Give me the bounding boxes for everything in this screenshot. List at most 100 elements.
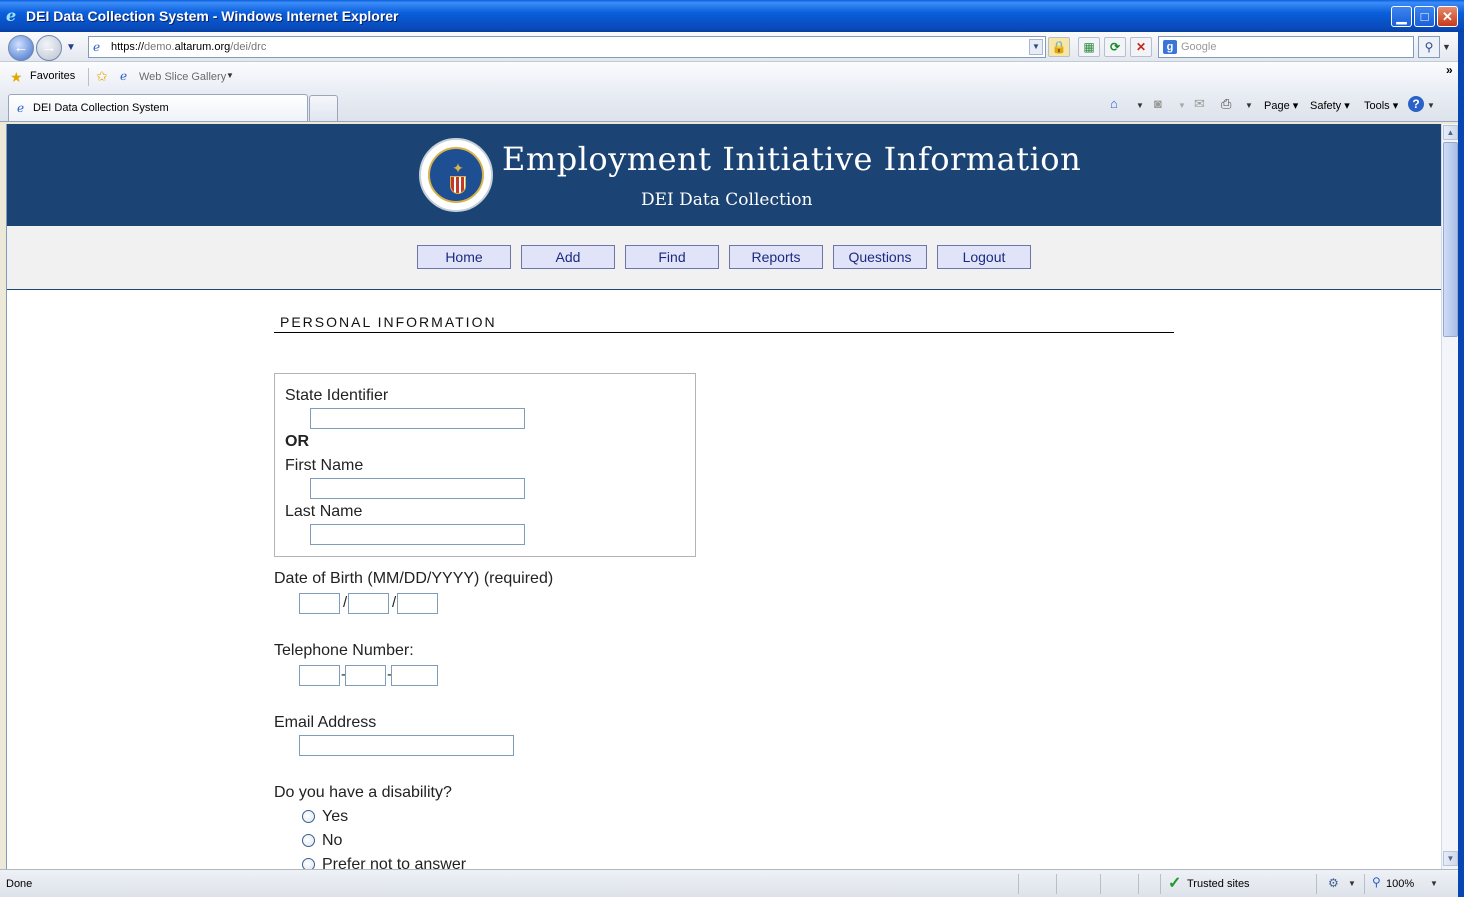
tab-label: DEI Data Collection System [33,102,169,114]
print-dropdown-icon[interactable]: ▼ [1245,101,1253,110]
forward-button[interactable]: → [36,35,62,61]
favorites-star-icon: ★ [10,69,23,85]
address-dropdown-icon[interactable]: ▼ [1029,39,1043,55]
email-label: Email Address [274,714,377,731]
zoom-dropdown-icon[interactable]: ▼ [1430,879,1438,888]
nav-find-button[interactable]: Find [625,245,719,269]
stop-icon[interactable]: ✕ [1130,37,1152,57]
scroll-thumb[interactable] [1443,142,1458,337]
vertical-scrollbar[interactable]: ▲ ▼ [1441,124,1458,869]
phone-line-input[interactable] [391,665,438,686]
url-host: altarum.org [174,41,231,53]
status-text: Done [6,878,33,890]
state-identifier-input[interactable] [310,408,525,429]
favorites-bar: ★ Favorites ✩ ℯ Web Slice Gallery ▼ » [0,62,1464,92]
status-divider [1160,874,1161,894]
phone-area-input[interactable] [299,665,340,686]
compatibility-view-icon[interactable]: ▦ [1078,37,1100,57]
zoom-level[interactable]: 100% [1386,878,1414,890]
window-title: DEI Data Collection System - Windows Int… [26,8,399,24]
recent-pages-dropdown-icon[interactable]: ▼ [66,42,76,53]
refresh-icon[interactable]: ⟳ [1104,37,1126,57]
back-arrow-icon: ← [13,39,29,56]
web-slice-dropdown-icon[interactable]: ▼ [226,71,234,80]
disability-prefer-not-radio[interactable] [302,858,315,869]
home-dropdown-icon[interactable]: ▼ [1136,101,1144,110]
site-title: Employment Initiative Information [502,140,1082,178]
feeds-dropdown-icon[interactable]: ▼ [1178,101,1186,110]
section-divider [274,332,1174,333]
safety-menu[interactable]: Safety ▾ [1310,99,1350,112]
phone-prefix-input[interactable] [345,665,386,686]
dob-separator: / [392,594,397,611]
disability-no-radio[interactable] [302,834,315,847]
page-content: ✦ Employment Initiative Information DEI … [6,124,1441,869]
dol-seal-logo: ✦ [419,138,493,212]
eagle-icon: ✦ [452,160,464,176]
add-favorite-icon[interactable]: ✩ [96,68,108,85]
dob-month-input[interactable] [299,593,340,614]
nav-questions-button[interactable]: Questions [833,245,927,269]
status-divider [1100,874,1101,894]
tab-strip: ℯ DEI Data Collection System ⌂ ▼ ◙ ▼ ✉ ⎙… [0,92,1464,122]
web-slice-gallery-link[interactable]: Web Slice Gallery [139,71,226,83]
favorites-button[interactable]: Favorites [30,70,75,82]
security-zone[interactable]: Trusted sites [1187,878,1250,890]
page-menu[interactable]: Page ▾ [1264,99,1298,112]
seal-inner: ✦ [428,147,484,203]
home-icon[interactable]: ⌂ [1110,96,1118,111]
page-menu-label: Page [1264,100,1290,112]
title-bar: e DEI Data Collection System - Windows I… [0,0,1464,32]
trusted-check-icon: ✓ [1168,875,1182,892]
nav-add-button[interactable]: Add [521,245,615,269]
disability-yes-radio[interactable] [302,810,315,823]
protected-dropdown-icon[interactable]: ▼ [1348,879,1356,888]
scroll-up-icon[interactable]: ▲ [1443,125,1458,140]
tools-menu[interactable]: Tools ▾ [1364,99,1398,112]
search-options-dropdown-icon[interactable]: ▼ [1442,42,1451,52]
help-dropdown-icon[interactable]: ▼ [1427,101,1435,110]
site-subtitle: DEI Data Collection [641,190,813,210]
safety-menu-label: Safety [1310,100,1342,112]
page-icon: ℯ [93,40,101,54]
first-name-input[interactable] [310,478,525,499]
feeds-icon[interactable]: ◙ [1154,96,1162,111]
chevron-more-icon[interactable]: » [1446,63,1453,77]
tools-menu-label: Tools [1364,100,1390,112]
protected-mode-icon[interactable]: ⚙ [1328,876,1339,890]
tab-dei-data-collection[interactable]: ℯ DEI Data Collection System [8,94,308,121]
back-button[interactable]: ← [8,35,34,61]
read-mail-icon[interactable]: ✉ [1194,96,1205,112]
forward-arrow-icon: → [41,39,57,56]
new-tab-button[interactable] [309,95,338,121]
dob-day-input[interactable] [348,593,389,614]
disability-question: Do you have a disability? [274,784,452,801]
window-right-edge [1458,32,1464,897]
close-button[interactable]: ✕ [1437,6,1458,27]
status-divider [1138,874,1139,894]
nav-logout-button[interactable]: Logout [937,245,1031,269]
first-name-label: First Name [285,457,364,474]
address-bar[interactable]: ℯ https://demo.altarum.org/dei/drc ▼ [88,36,1046,58]
disability-no-label: No [322,832,343,849]
help-icon[interactable]: ? [1408,96,1424,112]
disability-yes-label: Yes [322,808,349,825]
google-icon: g [1163,40,1177,54]
site-banner: ✦ Employment Initiative Information DEI … [7,124,1441,226]
nav-home-button[interactable]: Home [417,245,511,269]
search-icon[interactable]: ⚲ [1418,36,1440,58]
maximize-button[interactable]: □ [1414,6,1435,27]
print-icon[interactable]: ⎙ [1221,96,1231,112]
email-input[interactable] [299,735,514,756]
last-name-input[interactable] [310,524,525,545]
zoom-icon: ⚲ [1372,875,1381,889]
or-label: OR [285,433,309,450]
search-input[interactable]: g Google [1158,36,1414,58]
minimize-button[interactable]: ▁ [1391,6,1412,27]
main-nav: Home Add Find Reports Questions Logout [7,226,1441,290]
scroll-down-icon[interactable]: ▼ [1443,851,1458,866]
security-lock-icon[interactable]: 🔒 [1048,37,1070,57]
dob-label: Date of Birth (MM/DD/YYYY) (required) [274,570,554,587]
dob-year-input[interactable] [397,593,438,614]
nav-reports-button[interactable]: Reports [729,245,823,269]
